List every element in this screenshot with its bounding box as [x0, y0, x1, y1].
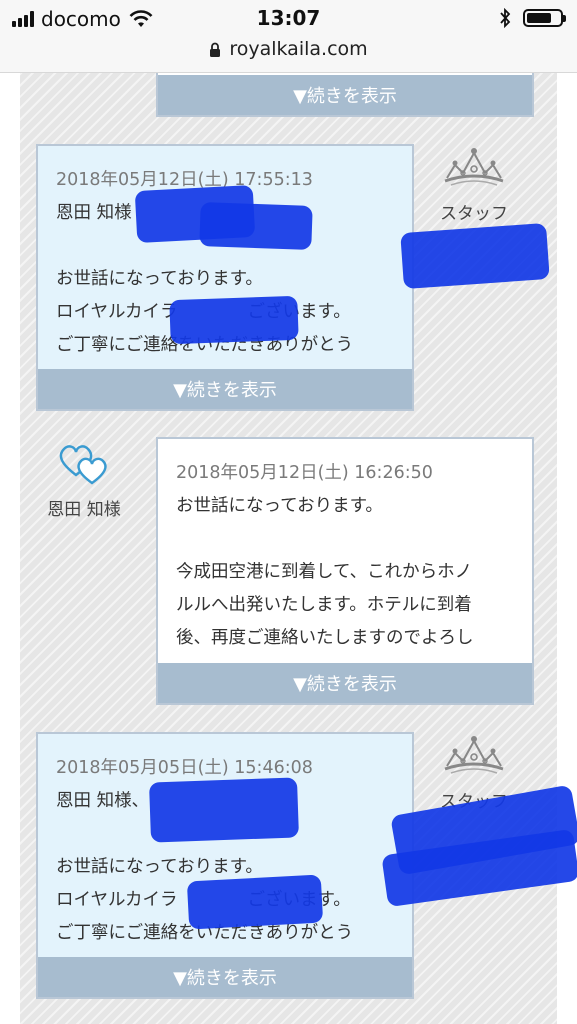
show-more-button[interactable]: ▼続きを表示 [38, 369, 412, 409]
bluetooth-icon [500, 8, 511, 28]
message-line: 今成田空港に到着して、これからホノ [176, 562, 473, 582]
battery-icon [523, 9, 566, 27]
message-card: 2018年05月05日(土) 15:46:08 恩田 知様、 お世話になっており… [36, 732, 414, 999]
redaction-mark [169, 295, 299, 345]
message-line [176, 523, 514, 556]
status-bar: docomo 13:07 royalkaila.com [0, 0, 577, 73]
clock: 13:07 [256, 6, 321, 30]
message-card: 2018年05月12日(土) 17:55:13 恩田 知様 お世話になっておりま… [36, 144, 414, 411]
tiara-icon [444, 736, 504, 774]
battery-level [527, 13, 551, 23]
tiara-icon [444, 148, 504, 186]
redaction-mark [199, 202, 313, 250]
message-line: お世話になっております。 [56, 269, 263, 289]
hearts-icon [59, 445, 107, 485]
message-line: お世話になっております。 [176, 496, 383, 516]
message-line: ルルへ出発いたします。ホテルに到着 [176, 595, 472, 615]
show-more-button[interactable]: ▼続きを表示 [158, 663, 532, 703]
redaction-mark [186, 874, 324, 930]
show-more-button[interactable]: ▼続きを表示 [158, 75, 532, 115]
message-date: 2018年05月12日(土) 16:26:50 [176, 463, 433, 483]
message-line: 後、再度ご連絡いたしますのでよろし [176, 628, 474, 648]
show-more-button[interactable]: ▼続きを表示 [38, 957, 412, 997]
redaction-mark [148, 777, 300, 843]
address-bar[interactable]: royalkaila.com [0, 38, 577, 60]
redaction-mark [400, 222, 550, 290]
sender-name: スタッフ [440, 204, 508, 224]
sender-name: 恩田 知様 [47, 500, 121, 520]
sender-client: 恩田 知様 [34, 437, 134, 520]
lock-icon [210, 42, 221, 57]
url-text: royalkaila.com [229, 38, 368, 60]
message-card: ▼続きを表示 [156, 73, 534, 117]
message-card: 2018年05月12日(土) 16:26:50 お世話になっております。 今成田… [156, 437, 534, 705]
status-right [499, 8, 566, 28]
message-body: 2018年05月12日(土) 16:26:50 お世話になっております。 今成田… [158, 439, 532, 655]
sender-staff: スタッフ [424, 145, 524, 224]
